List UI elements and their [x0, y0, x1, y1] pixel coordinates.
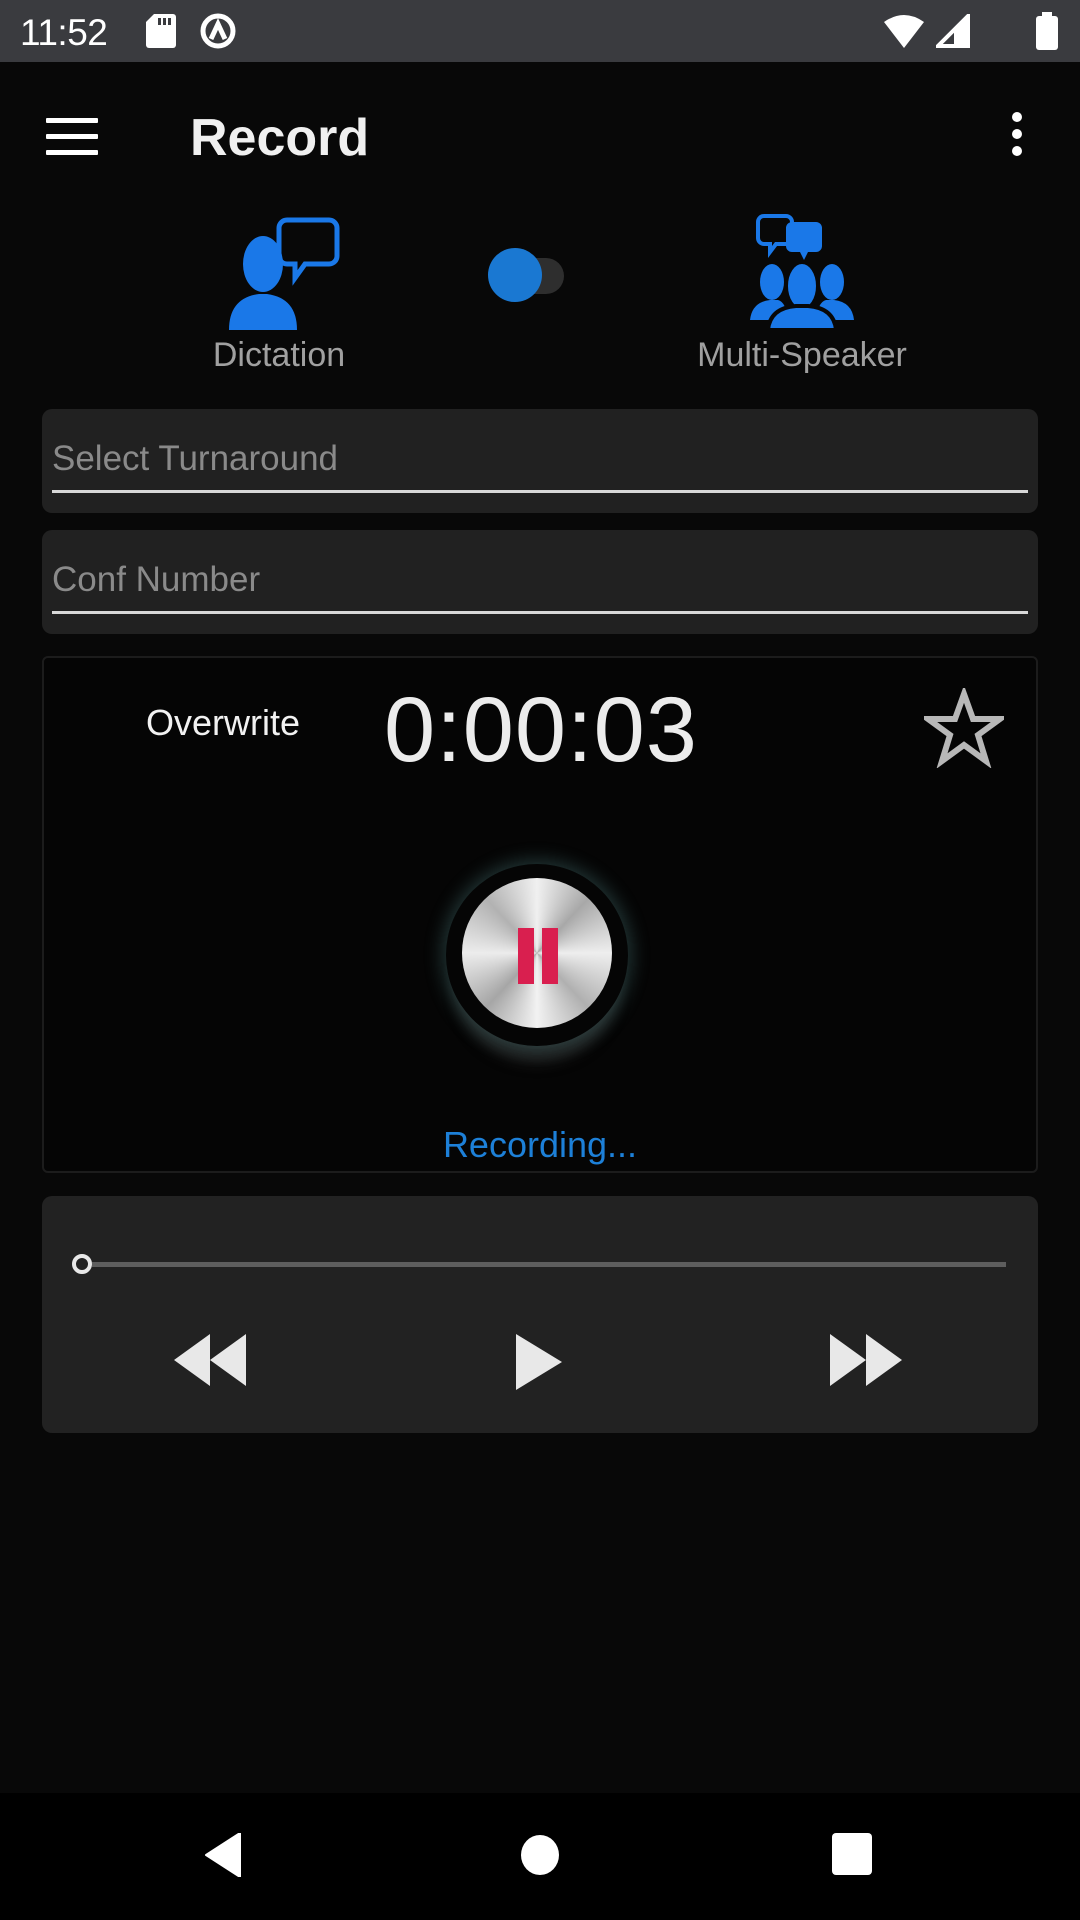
- cell-signal-icon: [936, 14, 970, 48]
- multi-speaker-label: Multi-Speaker: [697, 336, 907, 374]
- back-icon[interactable]: [204, 1833, 244, 1877]
- play-icon[interactable]: [516, 1334, 562, 1390]
- pause-recording-button[interactable]: [446, 864, 628, 1046]
- seek-track: [92, 1262, 1006, 1267]
- metal-button-disc: [462, 878, 612, 1028]
- dictation-person-icon: [229, 217, 340, 330]
- wifi-icon: [884, 15, 924, 48]
- status-time: 11:52: [20, 12, 108, 53]
- multi-speaker-mode-button[interactable]: Multi-Speaker: [672, 214, 932, 375]
- multi-speaker-group-icon: [750, 214, 854, 330]
- dictation-label: Dictation: [212, 336, 346, 374]
- sd-card-icon: [146, 14, 176, 48]
- playback-panel: [42, 1196, 1038, 1433]
- mode-toggle-switch[interactable]: [486, 248, 576, 302]
- recents-icon[interactable]: [832, 1833, 872, 1875]
- turnaround-placeholder: Select Turnaround: [52, 439, 339, 478]
- turnaround-underline: [52, 490, 1028, 493]
- favorite-star-icon[interactable]: [924, 688, 1004, 768]
- elapsed-timer: 0:00:03: [384, 679, 698, 781]
- overwrite-mode-label[interactable]: Overwrite: [146, 702, 300, 744]
- fast-forward-icon[interactable]: [830, 1334, 902, 1386]
- page-title: Record: [190, 109, 370, 167]
- toggle-thumb: [488, 248, 542, 302]
- seek-thumb[interactable]: [72, 1254, 92, 1274]
- pause-icon-bar: [542, 928, 558, 984]
- recorder-panel: Overwrite 0:00:03 Recording...: [42, 656, 1038, 1173]
- recording-status: Recording...: [442, 1124, 638, 1165]
- more-vert-icon[interactable]: [1000, 112, 1034, 166]
- pause-icon: [518, 928, 534, 984]
- system-navigation-bar: [0, 1793, 1080, 1920]
- conf-number-placeholder: Conf Number: [52, 560, 261, 599]
- vpn-key-icon: [200, 13, 236, 49]
- battery-icon: [1036, 12, 1058, 50]
- status-bar: 11:52: [0, 0, 1080, 62]
- conf-number-input[interactable]: Conf Number: [42, 530, 1038, 634]
- rewind-icon[interactable]: [174, 1334, 246, 1386]
- home-icon[interactable]: [520, 1833, 560, 1877]
- app-bar: Record: [0, 62, 1080, 214]
- conf-number-underline: [52, 611, 1028, 614]
- playback-seek-bar[interactable]: [72, 1254, 1006, 1276]
- hamburger-menu-icon[interactable]: [46, 118, 98, 158]
- select-turnaround-dropdown[interactable]: Select Turnaround: [42, 409, 1038, 513]
- dictation-mode-button[interactable]: Dictation: [179, 214, 379, 375]
